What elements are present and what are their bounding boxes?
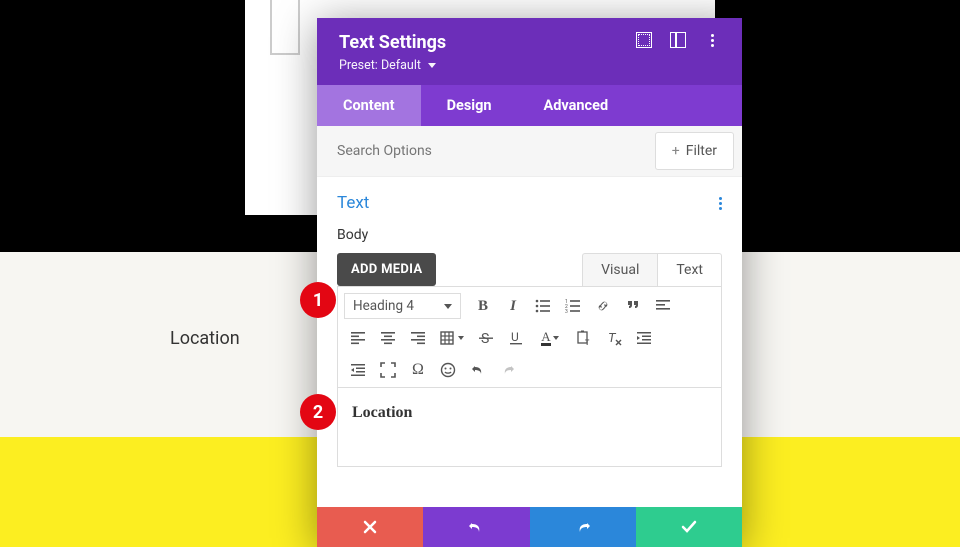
svg-text:T: T — [608, 331, 617, 346]
blockquote-button[interactable] — [619, 293, 647, 319]
save-button[interactable] — [636, 507, 742, 547]
plus-icon: + — [672, 143, 680, 159]
chevron-down-icon — [428, 63, 436, 68]
close-button[interactable] — [317, 507, 423, 547]
align-right-button[interactable] — [404, 325, 432, 351]
underline-button[interactable]: U — [502, 325, 530, 351]
modal-action-bar — [317, 507, 742, 547]
more-menu-icon[interactable] — [704, 32, 720, 48]
redo-action-button[interactable] — [530, 507, 636, 547]
chevron-down-icon — [444, 304, 452, 309]
annotation-2: 2 — [300, 394, 336, 430]
svg-text:3: 3 — [565, 309, 568, 314]
table-button[interactable] — [434, 325, 470, 351]
align-center-button[interactable] — [374, 325, 402, 351]
text-color-button[interactable]: A — [532, 325, 568, 351]
editor-tab-text[interactable]: Text — [657, 253, 722, 286]
tab-content[interactable]: Content — [317, 85, 421, 126]
editor-body[interactable]: Location — [337, 387, 722, 467]
special-char-button[interactable]: Ω — [404, 357, 432, 383]
page-location-label: Location — [170, 328, 240, 349]
modal-header: Text Settings Preset: Default — [317, 18, 742, 85]
numbered-list-button[interactable]: 123 — [559, 293, 587, 319]
annotation-1: 1 — [300, 282, 336, 318]
italic-button[interactable]: I — [499, 293, 527, 319]
text-settings-modal: Text Settings Preset: Default Content De… — [317, 18, 742, 547]
align-menu-button[interactable] — [649, 293, 677, 319]
modal-tabs: Content Design Advanced — [317, 85, 742, 126]
modal-title: Text Settings — [339, 32, 446, 53]
clear-formatting-button[interactable]: T — [600, 325, 628, 351]
align-left-button[interactable] — [344, 325, 372, 351]
editor-content-text: Location — [352, 404, 707, 422]
bold-button[interactable]: B — [469, 293, 497, 319]
preset-selector[interactable]: Preset: Default — [339, 58, 446, 73]
svg-text:U: U — [511, 330, 519, 344]
filter-label: Filter — [686, 143, 717, 159]
outdent-button[interactable] — [344, 357, 372, 383]
format-select-value: Heading 4 — [353, 298, 414, 314]
body-label: Body — [337, 227, 722, 243]
editor-toolbar: Heading 4 B I 123 S U A T T Ω — [337, 286, 722, 387]
panel-layout-icon[interactable] — [670, 32, 686, 48]
strikethrough-button[interactable]: S — [472, 325, 500, 351]
section-more-icon[interactable] — [719, 197, 722, 210]
fullscreen-button[interactable] — [374, 357, 402, 383]
undo-button[interactable] — [464, 357, 492, 383]
filter-button[interactable]: + Filter — [655, 132, 734, 170]
editor-tab-visual[interactable]: Visual — [582, 253, 657, 286]
tab-design[interactable]: Design — [421, 85, 518, 126]
search-bar: + Filter — [317, 126, 742, 177]
section-title[interactable]: Text — [337, 193, 369, 213]
preset-value: Default — [381, 58, 421, 73]
paste-text-button[interactable]: T — [570, 325, 598, 351]
indent-button[interactable] — [630, 325, 658, 351]
add-media-button[interactable]: ADD MEDIA — [337, 253, 436, 286]
format-select[interactable]: Heading 4 — [344, 293, 461, 319]
redo-button[interactable] — [494, 357, 522, 383]
preset-prefix: Preset: — [339, 58, 378, 73]
svg-text:T: T — [585, 339, 590, 346]
bullet-list-button[interactable] — [529, 293, 557, 319]
undo-action-button[interactable] — [423, 507, 529, 547]
emoji-button[interactable] — [434, 357, 462, 383]
tab-advanced[interactable]: Advanced — [518, 85, 635, 126]
expand-icon[interactable] — [636, 32, 652, 48]
link-button[interactable] — [589, 293, 617, 319]
search-input[interactable] — [317, 129, 647, 173]
